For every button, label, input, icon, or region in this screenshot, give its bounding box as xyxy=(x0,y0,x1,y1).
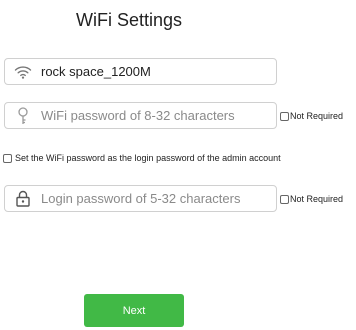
not-required-label: Not Required xyxy=(290,194,344,204)
login-password-not-required-checkbox[interactable]: Not Required xyxy=(280,192,343,206)
checkbox-box[interactable] xyxy=(280,194,289,204)
use-wifi-password-as-login-label: Set the WiFi password as the login passw… xyxy=(15,153,281,163)
wifi-password-field[interactable] xyxy=(4,102,277,129)
next-button[interactable]: Next xyxy=(84,294,184,327)
login-password-input[interactable] xyxy=(41,186,271,211)
not-required-label: Not Required xyxy=(290,111,344,121)
wifi-icon xyxy=(5,59,41,84)
wifi-name-field[interactable] xyxy=(4,58,277,85)
wifi-settings-page: WiFi Settings Not Required xyxy=(0,0,356,330)
key-icon xyxy=(5,103,41,128)
page-title: WiFi Settings xyxy=(75,10,183,30)
checkbox-box[interactable] xyxy=(280,111,289,121)
wifi-password-not-required-checkbox[interactable]: Not Required xyxy=(280,109,343,123)
lock-icon xyxy=(5,186,41,211)
use-wifi-password-as-login-checkbox[interactable]: Set the WiFi password as the login passw… xyxy=(3,153,281,163)
wifi-password-input[interactable] xyxy=(41,103,271,128)
checkbox-box[interactable] xyxy=(3,153,12,163)
wifi-name-input[interactable] xyxy=(41,59,271,84)
login-password-field[interactable] xyxy=(4,185,277,212)
